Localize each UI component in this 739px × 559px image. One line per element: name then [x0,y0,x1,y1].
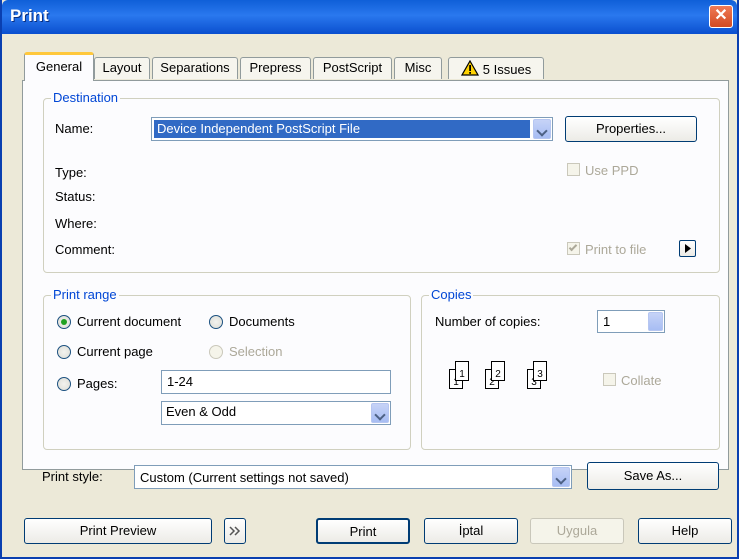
pages-radio[interactable] [57,377,71,391]
play-arrow-icon [685,244,691,253]
close-icon: ✕ [714,7,728,24]
tab-issues[interactable]: 5 Issues [448,57,544,79]
current-document-radio[interactable] [57,315,71,329]
current-page-radio[interactable] [57,345,71,359]
print-style-value: Custom (Current settings not saved) [140,470,349,485]
print-to-file-label: Print to file [585,242,647,257]
page-set-value: Even & Odd [166,404,237,419]
number-of-copies-value: 1 [603,314,611,329]
print-preview-button[interactable]: Print Preview [24,518,212,544]
pages-input-value: 1-24 [167,374,194,389]
page-set-select[interactable]: Even & Odd [161,401,391,425]
tab-postscript-label: PostScript [322,60,383,75]
window-title: Print [10,6,49,25]
print-to-file-options-button[interactable] [679,240,696,257]
collate-checkbox[interactable] [603,373,616,386]
collate-page-2b: 2 [491,361,505,381]
copies-group-title: Copies [429,287,474,302]
selection-label: Selection [229,344,283,359]
printer-name-value: Device Independent PostScript File [154,120,530,138]
current-document-label: Current document [77,314,182,329]
collate-page-3b: 3 [533,361,547,381]
properties-button-label: Properties... [595,121,667,136]
cancel-button-label: İptal [458,523,484,538]
chevron-down-icon[interactable] [371,403,389,423]
current-page-label: Current page [77,344,153,359]
print-style-label: Print style: [42,469,103,484]
print-button-label: Print [349,524,377,539]
apply-button-label: Uygula [556,523,598,538]
print-to-file-checkbox[interactable] [567,242,580,255]
properties-button[interactable]: Properties... [565,116,697,142]
print-style-select[interactable]: Custom (Current settings not saved) [134,465,572,489]
where-label: Where: [55,216,97,231]
pages-input[interactable]: 1-24 [161,370,391,394]
number-of-copies-label: Number of copies: [435,314,541,329]
use-ppd-checkbox[interactable] [567,163,580,176]
use-ppd-label: Use PPD [585,163,639,178]
destination-group-title: Destination [51,90,121,105]
tab-issues-label: 5 Issues [482,62,532,77]
double-chevron-right-icon [229,526,241,536]
type-label: Type: [55,165,87,180]
name-label: Name: [55,121,94,136]
printer-name-select[interactable]: Device Independent PostScript File [151,117,553,141]
tab-postscript[interactable]: PostScript [313,57,392,79]
chevron-down-icon[interactable] [533,119,551,139]
chevron-down-icon[interactable] [552,467,570,487]
tab-misc[interactable]: Misc [394,57,442,79]
general-tab-panel: Destination Name: Device Independent Pos… [22,80,729,470]
expand-preview-button[interactable] [224,518,246,544]
number-of-copies-spinner[interactable]: 1 [597,310,665,333]
warning-icon [460,60,479,76]
apply-button[interactable]: Uygula [530,518,624,544]
status-label: Status: [55,189,96,204]
pages-label: Pages: [77,376,118,391]
close-button[interactable]: ✕ [709,5,733,28]
tab-layout[interactable]: Layout [94,57,150,79]
print-button[interactable]: Print [316,518,410,544]
help-button[interactable]: Help [638,518,732,544]
title-bar[interactable]: Print ✕ [2,0,737,34]
collate-page-1b: 1 [455,361,469,381]
cancel-button[interactable]: İptal [424,518,518,544]
tab-general[interactable]: General [24,52,94,81]
print-dialog: Print ✕ General Layout Separations Prepr… [0,0,739,559]
documents-radio[interactable] [209,315,223,329]
print-range-group-title: Print range [51,287,119,302]
tab-separations-label: Separations [160,60,230,75]
tab-general-label: General [35,59,83,74]
checkmark-icon [568,242,578,252]
spinner-arrows-icon[interactable] [648,312,663,331]
tab-layout-label: Layout [102,60,142,75]
selection-radio[interactable] [209,345,223,359]
tab-prepress[interactable]: Prepress [240,57,311,79]
tab-separations[interactable]: Separations [152,57,238,79]
documents-label: Documents [229,314,295,329]
print-preview-button-label: Print Preview [79,523,157,538]
collate-label: Collate [621,373,662,388]
tab-prepress-label: Prepress [249,60,302,75]
save-as-button[interactable]: Save As... [587,462,719,490]
save-as-button-label: Save As... [623,468,683,483]
tab-misc-label: Misc [404,60,432,75]
help-button-label: Help [671,523,699,538]
comment-label: Comment: [55,242,115,257]
